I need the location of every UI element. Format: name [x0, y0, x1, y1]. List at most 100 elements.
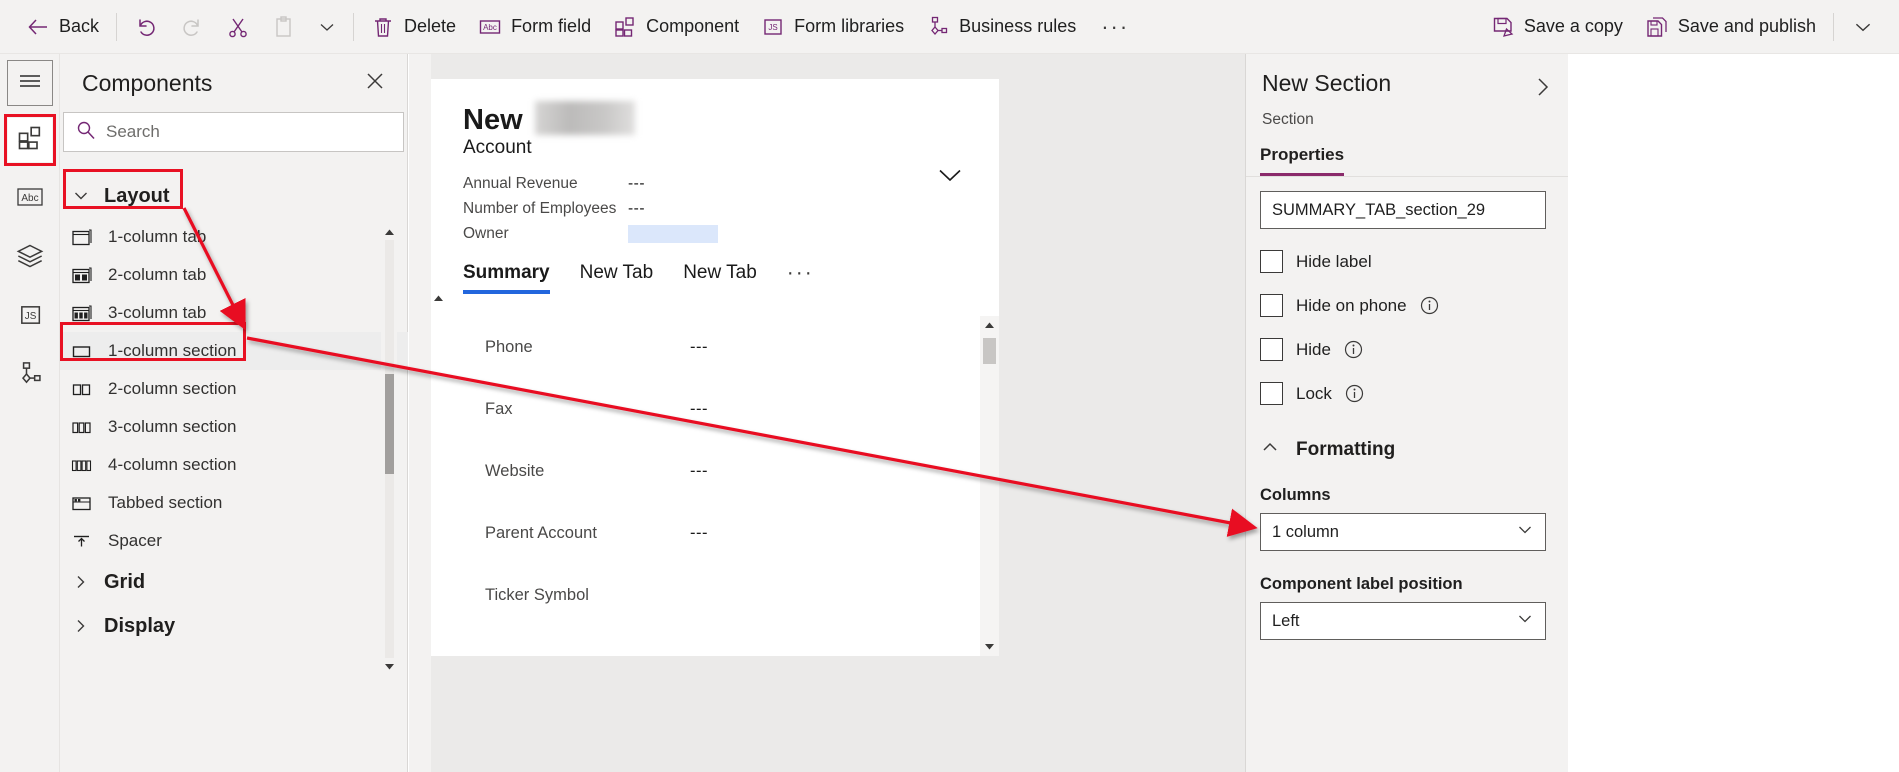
component-label: Spacer	[108, 531, 162, 550]
component-item-3-column-tab[interactable]: 3-column tab	[60, 294, 408, 332]
formatting-section-header[interactable]: Formatting	[1260, 437, 1554, 462]
info-icon[interactable]	[1344, 340, 1363, 359]
form-field-button[interactable]: Abc Form field	[467, 7, 602, 47]
component-label: 1-column tab	[108, 227, 207, 246]
header-field-row[interactable]: Owner	[463, 221, 999, 246]
rail-item-layers[interactable]	[8, 236, 52, 280]
rail-item-business-rules[interactable]	[8, 354, 52, 398]
header-field-row[interactable]: Number of Employees ---	[463, 196, 999, 221]
component-item-2-column-section[interactable]: 2-column section	[60, 370, 408, 408]
scroll-up-button[interactable]	[381, 224, 397, 240]
chevron-down-icon	[72, 187, 90, 205]
component-button[interactable]: Component	[602, 7, 750, 47]
chevron-down-icon	[1516, 610, 1534, 633]
hamburger-menu-button[interactable]	[6, 60, 53, 106]
component-item-2-column-tab[interactable]: 2-column tab	[60, 256, 408, 294]
checkbox-label: Lock	[1296, 383, 1332, 403]
back-button[interactable]: Back	[0, 7, 110, 47]
form-row-website[interactable]: Website ---	[431, 440, 999, 502]
formatting-label: Formatting	[1296, 438, 1396, 460]
info-icon[interactable]	[1345, 384, 1364, 403]
business-rules-label: Business rules	[959, 16, 1077, 36]
group-label-grid: Grid	[104, 570, 146, 593]
component-label: Tabbed section	[108, 493, 223, 512]
hide-label-checkbox[interactable]	[1260, 250, 1283, 273]
rail-item-components[interactable]	[3, 114, 56, 166]
delete-button[interactable]: Delete	[360, 7, 467, 47]
component-item-3-column-section[interactable]: 3-column section	[60, 408, 408, 446]
header-expand-button[interactable]	[935, 165, 965, 190]
header-field-row[interactable]: Annual Revenue ---	[463, 171, 999, 196]
component-label-position-dropdown[interactable]: Left	[1260, 602, 1546, 640]
scrollbar-thumb[interactable]	[385, 374, 394, 474]
collapse-properties-button[interactable]	[1532, 70, 1554, 103]
left-icon-rail: Abc JS	[0, 54, 60, 772]
toolbar-divider-2	[353, 12, 355, 41]
form-row-fax[interactable]: Fax ---	[431, 378, 999, 440]
chevron-down-icon	[935, 169, 965, 189]
tab-summary[interactable]: Summary	[463, 262, 550, 294]
svg-text:Abc: Abc	[483, 23, 497, 32]
components-search-box[interactable]	[63, 112, 404, 152]
components-panel-title: Components	[82, 69, 213, 96]
tabs-overflow-button[interactable]: ···	[787, 261, 814, 295]
component-icon	[613, 15, 637, 39]
component-item-tabbed-section[interactable]: Tabbed section	[60, 484, 408, 522]
chevron-right-icon	[1532, 78, 1554, 102]
form-libraries-button[interactable]: JS Form libraries	[750, 7, 915, 47]
cut-button[interactable]	[215, 7, 261, 47]
lock-checkbox[interactable]	[1260, 382, 1283, 405]
rail-item-form-libraries[interactable]: JS	[8, 295, 52, 339]
checkbox-label: Hide label	[1296, 251, 1372, 271]
scroll-up-button[interactable]	[980, 316, 999, 335]
label-position-value: Left	[1272, 611, 1300, 630]
undo-button[interactable]	[123, 7, 169, 47]
three-column-tab-icon	[70, 303, 94, 323]
tab-new-tab-2[interactable]: New Tab	[683, 262, 757, 294]
js-icon: JS	[16, 301, 44, 334]
header-field-value: ---	[628, 199, 645, 217]
checkbox-row-hide-on-phone[interactable]: Hide on phone	[1260, 294, 1554, 317]
section-name-field[interactable]: SUMMARY_TAB_section_29	[1260, 191, 1546, 229]
business-rules-button[interactable]: Business rules	[915, 7, 1087, 47]
info-icon[interactable]	[1420, 296, 1439, 315]
scroll-down-button[interactable]	[980, 637, 999, 656]
save-and-publish-button[interactable]: Save and publish	[1634, 7, 1827, 47]
paste-button[interactable]	[261, 7, 307, 47]
close-panel-button[interactable]	[361, 69, 389, 97]
tab-new-tab-1[interactable]: New Tab	[580, 262, 654, 294]
checkbox-row-hide[interactable]: Hide	[1260, 338, 1554, 361]
checkbox-row-lock[interactable]: Lock	[1260, 382, 1554, 405]
hide-on-phone-checkbox[interactable]	[1260, 294, 1283, 317]
save-a-copy-button[interactable]: Save a copy	[1480, 7, 1634, 47]
component-item-1-column-section[interactable]: 1-column section	[60, 332, 408, 370]
form-body-scrollbar[interactable]	[980, 316, 999, 656]
checkbox-row-hide-label[interactable]: Hide label	[1260, 250, 1554, 273]
form-body-card[interactable]: Phone --- Fax --- Website --- Parent Acc…	[431, 316, 999, 656]
cut-icon	[226, 15, 250, 39]
save-options-button[interactable]	[1840, 7, 1899, 47]
group-header-layout[interactable]: Layout	[60, 174, 408, 218]
form-header-card[interactable]: New Account Annual Revenue --- Number of…	[431, 79, 999, 316]
one-column-tab-icon	[70, 227, 94, 247]
component-item-1-column-tab[interactable]: 1-column tab	[60, 218, 408, 256]
form-body-scroll-thumb[interactable]	[983, 338, 996, 364]
search-input[interactable]	[106, 122, 391, 142]
columns-dropdown[interactable]: 1 column	[1260, 513, 1546, 551]
form-row-phone[interactable]: Phone ---	[431, 316, 999, 378]
form-row-parent-account[interactable]: Parent Account ---	[431, 502, 999, 564]
form-row-ticker-symbol[interactable]: Ticker Symbol	[431, 564, 999, 626]
redo-button[interactable]	[169, 7, 215, 47]
paste-options-button[interactable]	[307, 7, 347, 47]
group-header-display[interactable]: Display	[60, 604, 408, 648]
tab-properties[interactable]: Properties	[1260, 145, 1345, 176]
scroll-down-button[interactable]	[381, 658, 397, 674]
components-scrollbar[interactable]	[381, 224, 397, 674]
caret-up-icon[interactable]	[432, 294, 444, 303]
toolbar-overflow-button[interactable]: ···	[1087, 15, 1143, 38]
component-item-spacer[interactable]: Spacer	[60, 522, 408, 560]
group-header-grid[interactable]: Grid	[60, 560, 408, 604]
hide-checkbox[interactable]	[1260, 338, 1283, 361]
rail-item-text[interactable]: Abc	[8, 177, 52, 221]
component-item-4-column-section[interactable]: 4-column section	[60, 446, 408, 484]
